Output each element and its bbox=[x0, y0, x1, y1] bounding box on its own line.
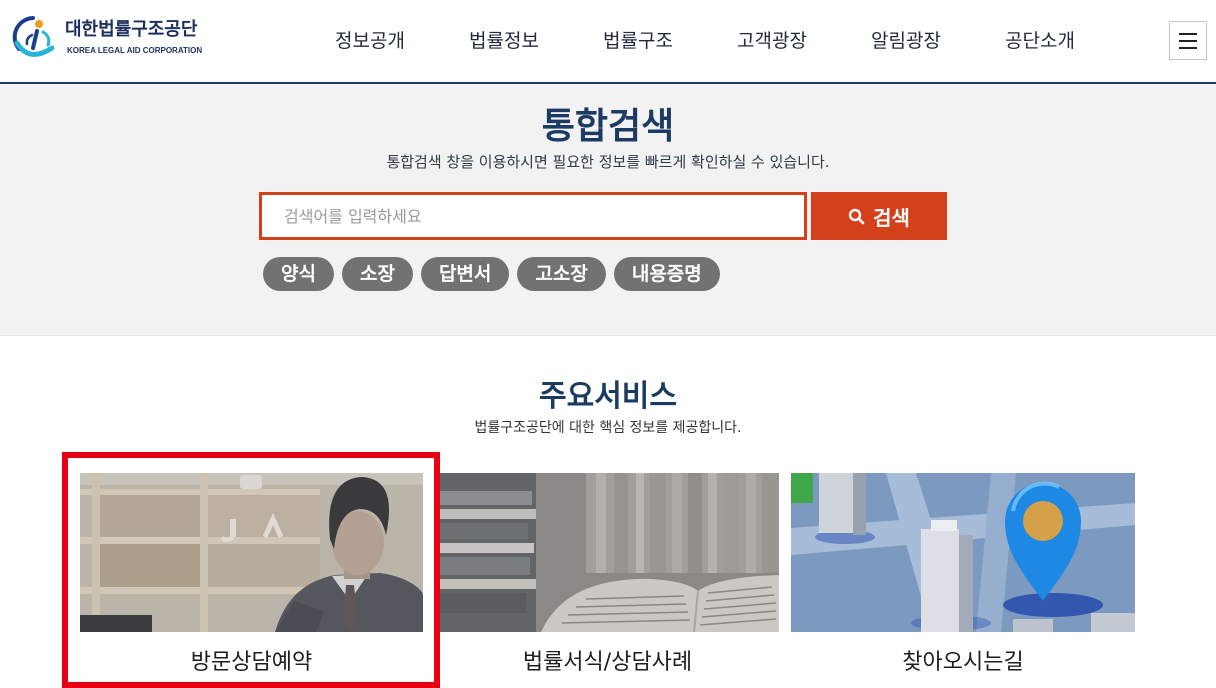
nav-item-about[interactable]: 공단소개 bbox=[973, 28, 1107, 54]
consultation-photo bbox=[80, 473, 423, 632]
tag-criminal-complaint[interactable]: 고소장 bbox=[517, 257, 606, 291]
menu-button[interactable] bbox=[1169, 21, 1207, 60]
main-nav: 정보공개 법률정보 법률구조 고객광장 알림광장 공단소개 bbox=[303, 28, 1107, 54]
search-input[interactable] bbox=[259, 192, 807, 240]
service-card-label: 방문상담예약 bbox=[190, 650, 313, 675]
nav-item-notice-plaza[interactable]: 알림광장 bbox=[839, 28, 973, 54]
page: 대한법률구조공단 KOREA LEGAL AID CORPORATION 정보공… bbox=[0, 0, 1216, 688]
service-card-legal-forms[interactable]: 법률서식/상담사례 bbox=[436, 473, 779, 688]
hamburger-icon-line bbox=[1179, 46, 1197, 49]
search-icon bbox=[848, 208, 865, 224]
search-title: 통합검색 bbox=[541, 106, 675, 147]
nav-item-info-disclosure[interactable]: 정보공개 bbox=[303, 28, 437, 54]
tag-complaint[interactable]: 소장 bbox=[341, 257, 413, 291]
logo-emblem-icon bbox=[12, 16, 55, 57]
service-card-label: 찾아오시는길 bbox=[902, 650, 1024, 675]
map-pin-illustration bbox=[791, 473, 1135, 632]
search-description: 통합검색 창을 이용하시면 필요한 정보를 빠르게 확인하실 수 있습니다. bbox=[386, 153, 830, 171]
service-card-visit-reservation[interactable]: 방문상담예약 bbox=[80, 473, 423, 688]
books-photo bbox=[436, 473, 779, 632]
service-card-image bbox=[791, 473, 1135, 632]
site-header: 대한법률구조공단 KOREA LEGAL AID CORPORATION 정보공… bbox=[0, 0, 1216, 84]
nav-item-legal-aid[interactable]: 법률구조 bbox=[571, 28, 705, 54]
nav-item-legal-info[interactable]: 법률정보 bbox=[437, 28, 571, 54]
service-card-directions[interactable]: 찾아오시는길 bbox=[791, 473, 1135, 688]
services-description: 법률구조공단에 대한 핵심 정보를 제공합니다. bbox=[474, 420, 742, 436]
tag-certified-mail[interactable]: 내용증명 bbox=[613, 257, 720, 291]
service-card-image bbox=[80, 473, 423, 632]
search-button-label: 검색 bbox=[873, 205, 910, 230]
hamburger-icon bbox=[1179, 32, 1197, 35]
hamburger-icon-line bbox=[1179, 39, 1197, 42]
services-title: 주요서비스 bbox=[539, 379, 677, 414]
search-button[interactable]: 검색 bbox=[811, 192, 947, 240]
logo-title: 대한법률구조공단 bbox=[65, 19, 198, 40]
logo-subtitle: KOREA LEGAL AID CORPORATION bbox=[67, 46, 203, 55]
site-logo[interactable]: 대한법률구조공단 KOREA LEGAL AID CORPORATION bbox=[12, 14, 212, 64]
nav-item-customer-plaza[interactable]: 고객광장 bbox=[705, 28, 839, 54]
service-card-label: 법률서식/상담사례 bbox=[522, 650, 693, 675]
tag-forms[interactable]: 양식 bbox=[263, 257, 334, 291]
tag-answer[interactable]: 답변서 bbox=[420, 257, 510, 291]
service-card-image bbox=[436, 473, 779, 632]
keyword-tags: 양식 소장 답변서 고소장 내용증명 bbox=[263, 257, 720, 291]
